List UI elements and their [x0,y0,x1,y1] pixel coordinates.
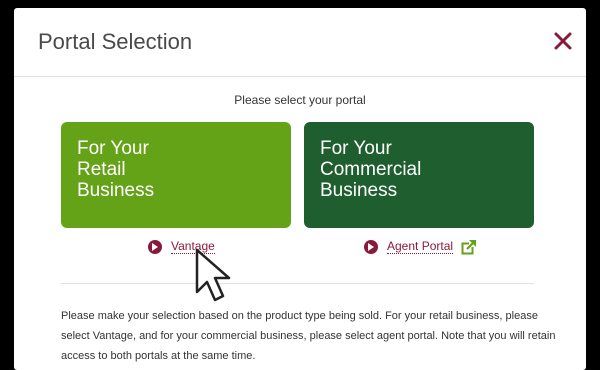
commercial-business-card[interactable]: For Your Commercial Business [304,122,534,228]
close-icon [554,32,572,50]
modal-title: Portal Selection [38,29,193,54]
retail-card-text: For Your Retail Business [77,138,154,201]
mouse-pointer-icon [195,248,231,302]
commercial-card-line: Business [320,180,398,201]
arrow-right-circle-icon [364,240,378,254]
commercial-card-text: For Your Commercial Business [320,138,421,201]
retail-card-line: Business [77,180,155,201]
modal-header: Portal Selection [14,8,586,77]
retail-card-line: Retail [77,159,126,180]
external-link-icon [461,240,477,255]
retail-card-line: For Your [77,138,149,159]
retail-business-card[interactable]: For Your Retail Business [61,122,291,228]
portal-prompt: Please select your portal [234,93,366,107]
arrow-right-circle-icon [148,240,162,254]
commercial-card-line: For Your [320,138,392,159]
portal-selection-modal: Portal Selection Please select your port… [14,8,586,370]
agent-portal-link-label: Agent Portal [387,239,454,254]
agent-portal-link[interactable]: Agent Portal [364,238,477,256]
selection-note: Please make your selection based on the … [61,310,556,362]
section-divider [61,283,534,284]
close-button[interactable] [550,28,576,54]
commercial-card-line: Commercial [320,159,422,180]
